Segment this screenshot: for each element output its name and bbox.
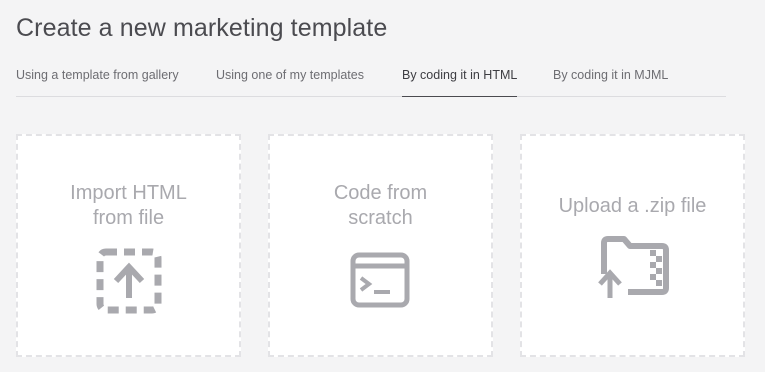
page-title: Create a new marketing template <box>16 14 388 42</box>
import-html-label-line2: from file <box>92 207 165 229</box>
code-scratch-label-line1: Code from <box>333 182 428 204</box>
upload-dashed-icon <box>96 248 162 314</box>
tab-coding-html[interactable]: By coding it in HTML <box>402 68 518 97</box>
import-html-card[interactable]: Import HTML from file <box>16 134 241 357</box>
code-scratch-label: Code from scratch <box>270 181 491 231</box>
tab-coding-mjml[interactable]: By coding it in MJML <box>553 68 668 97</box>
terminal-window-icon <box>350 252 410 308</box>
import-html-label: Import HTML from file <box>18 181 239 231</box>
tab-my-templates[interactable]: Using one of my templates <box>216 68 364 97</box>
page: Create a new marketing template Using a … <box>0 0 765 372</box>
zip-folder-upload-icon <box>598 234 670 302</box>
upload-zip-card[interactable]: Upload a .zip file <box>520 134 745 357</box>
tab-template-gallery[interactable]: Using a template from gallery <box>16 68 179 97</box>
upload-zip-label: Upload a .zip file <box>558 195 707 217</box>
code-from-scratch-card[interactable]: Code from scratch <box>268 134 493 357</box>
tab-bar: Using a template from gallery Using one … <box>16 66 726 97</box>
import-html-label-line1: Import HTML <box>70 182 187 204</box>
code-scratch-label-line2: scratch <box>348 207 413 229</box>
